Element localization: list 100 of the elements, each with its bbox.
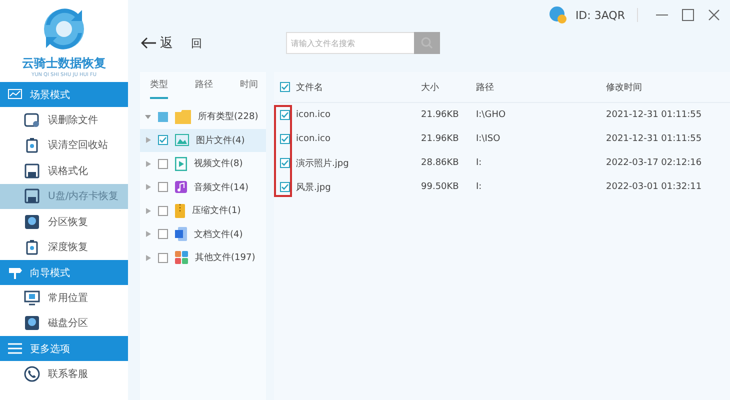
- search-field[interactable]: 请输入文件名搜索: [286, 32, 414, 54]
- expand-caret-icon[interactable]: [146, 208, 151, 214]
- tree-item[interactable]: 视频文件(8): [140, 152, 266, 176]
- chart-icon: [8, 88, 22, 100]
- music-note-icon: [175, 181, 187, 194]
- expand-caret-icon[interactable]: [146, 231, 151, 238]
- tree-label: 图片文件(4): [196, 134, 245, 147]
- table-cell-text: I:\ISO: [476, 134, 502, 144]
- tree-item[interactable]: 音频文件(14): [140, 176, 266, 199]
- sidebar-label: 联系客服: [48, 368, 88, 381]
- expand-caret-icon[interactable]: [146, 184, 151, 190]
- checkbox[interactable]: [158, 135, 168, 146]
- back-arrow-icon: [140, 37, 156, 49]
- tree-label: 视频文件(8): [194, 158, 243, 170]
- table-cell-text: I:: [476, 182, 483, 192]
- table-cell-text: 99.50KB: [421, 182, 460, 192]
- checkbox[interactable]: [158, 206, 168, 216]
- tree-item[interactable]: 其他文件(197): [140, 246, 266, 270]
- user-badge-icon: [549, 6, 568, 24]
- close-button[interactable]: [708, 9, 720, 21]
- table-cell-text: 演示照片.jpg: [296, 158, 350, 170]
- tree-item[interactable]: 文档文件(4): [140, 222, 266, 246]
- sidebar-label: 磁盘分区: [48, 317, 88, 330]
- tree-label[interactable]: 所有类型(228): [198, 110, 258, 124]
- table-cell-text: 2021-12-31 01:11:55: [606, 110, 703, 120]
- tree-item[interactable]: 图片文件(4): [140, 128, 266, 152]
- sidebar-item[interactable]: 联系客服: [0, 361, 128, 386]
- sidebar-item[interactable]: 常用位置: [0, 285, 128, 310]
- column-header: 大小: [421, 82, 440, 94]
- zip-icon: [175, 204, 185, 218]
- sidebar-item[interactable]: 磁盘分区: [0, 310, 128, 336]
- table-cell-text: 风景.jpg: [296, 182, 332, 194]
- document-icon: [175, 227, 187, 242]
- table-cell-text: icon.ico: [296, 134, 332, 144]
- phone-icon: [24, 366, 40, 382]
- checkbox[interactable]: [158, 252, 168, 263]
- video-icon: [175, 156, 187, 171]
- sidebar-label: U盘/内存卡恢复: [48, 190, 119, 204]
- section-title: 场景模式: [30, 88, 70, 102]
- checkbox[interactable]: [158, 112, 168, 122]
- hard-drive-icon: [24, 315, 40, 332]
- tree-label: 音频文件(14): [194, 182, 248, 194]
- user-id: ID: 3AQR: [575, 8, 625, 22]
- column-header: 修改时间: [606, 82, 643, 94]
- tab[interactable]: 路径: [195, 78, 213, 99]
- sidebar-item[interactable]: 误格式化: [0, 158, 128, 184]
- sidebar-item[interactable]: 深度恢复: [0, 234, 128, 260]
- menu-icon: [8, 343, 22, 354]
- sidebar-label: 误清空回收站: [48, 138, 108, 152]
- section-title: 向导模式: [30, 266, 70, 280]
- expand-caret-icon[interactable]: [146, 160, 151, 167]
- sidebar-label: 常用位置: [48, 292, 88, 305]
- hard-drive-icon: [24, 214, 40, 230]
- image-icon: [175, 134, 189, 146]
- tree-label: 压缩文件(1): [192, 204, 241, 218]
- grid-icon: [175, 251, 188, 264]
- sidebar-item[interactable]: 误清空回收站: [0, 132, 128, 158]
- sidebar-label: 误格式化: [48, 164, 88, 178]
- table-cell-text: 2022-03-01 01:32:11: [606, 182, 703, 192]
- file-icon: [24, 112, 40, 128]
- checkbox[interactable]: [158, 182, 168, 192]
- signpost-icon: [8, 266, 22, 278]
- table-cell-text: icon.ico: [296, 110, 332, 120]
- tree-item[interactable]: 压缩文件(1): [140, 199, 266, 222]
- trash-icon: [24, 137, 40, 154]
- section-title: 更多选项: [30, 342, 70, 356]
- table-cell-text: 21.96KB: [421, 110, 460, 120]
- sidebar-item[interactable]: 分区恢复: [0, 209, 128, 234]
- tab[interactable]: 类型: [150, 78, 168, 99]
- checkbox[interactable]: [158, 229, 168, 240]
- table-cell-text: 2022-03-17 02:12:16: [606, 158, 703, 168]
- sidebar-label: 深度恢复: [48, 240, 88, 254]
- folder-icon: [175, 110, 191, 124]
- checkbox[interactable]: [280, 110, 290, 120]
- table-cell-text: 21.96KB: [421, 134, 460, 144]
- trash-icon: [24, 239, 40, 256]
- checkbox[interactable]: [158, 158, 168, 169]
- maximize-button[interactable]: [682, 9, 694, 21]
- expand-caret-icon[interactable]: [145, 114, 151, 120]
- monitor-icon: [24, 290, 40, 306]
- column-header: 文件名: [296, 82, 324, 94]
- sidebar-label: 分区恢复: [48, 216, 88, 229]
- checkbox[interactable]: [280, 134, 290, 144]
- select-all-checkbox[interactable]: [280, 82, 290, 92]
- tree-label: 其他文件(197): [195, 252, 256, 264]
- checkbox[interactable]: [280, 182, 290, 192]
- table-cell-text: 28.86KB: [421, 158, 460, 168]
- table-cell-text: I:: [476, 158, 483, 168]
- expand-caret-icon[interactable]: [146, 137, 151, 144]
- back-button[interactable]: 返 回: [140, 34, 202, 52]
- column-header: 路径: [476, 82, 495, 94]
- sidebar-label: 误删除文件: [48, 114, 98, 127]
- tree-label: 文档文件(4): [194, 228, 243, 241]
- tab[interactable]: 时间: [240, 78, 258, 99]
- expand-caret-icon[interactable]: [146, 254, 151, 261]
- checkbox[interactable]: [280, 158, 290, 168]
- sidebar-item[interactable]: 误删除文件: [0, 107, 128, 132]
- table-cell-text: 2021-12-31 01:11:55: [606, 134, 703, 144]
- table-cell-text: I:\GHO: [476, 110, 507, 120]
- logo-title: 云骑士数据恢复: [22, 55, 106, 72]
